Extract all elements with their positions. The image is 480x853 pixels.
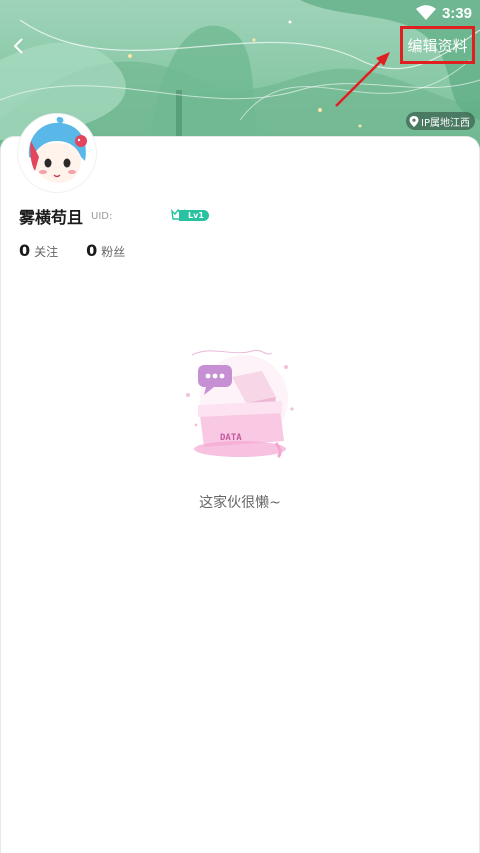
empty-state-message: 这家伙很懒~ (199, 495, 281, 511)
avatar[interactable] (18, 114, 96, 192)
chevron-left-icon (13, 38, 23, 54)
status-bar: 3:39 (0, 0, 480, 26)
box-label-text: DATA (220, 433, 242, 443)
location-pin-icon (409, 115, 419, 127)
fans-stat[interactable]: 0 粉丝 (86, 241, 125, 260)
back-button[interactable] (6, 32, 30, 60)
annotation-arrow-icon (335, 52, 390, 107)
following-stat[interactable]: 0 关注 (19, 241, 58, 260)
status-time: 3:39 (441, 4, 472, 22)
ip-location-text: IP属地江西 (421, 117, 470, 129)
user-name: 雾横苟且 (19, 208, 84, 227)
fans-label: 粉丝 (101, 244, 126, 259)
stats-row: 0 关注 0 粉丝 (19, 240, 153, 260)
following-count: 0 (19, 240, 31, 260)
uid-label: UID: (91, 210, 113, 222)
empty-box-icon: DATA (186, 349, 294, 459)
wifi-icon (415, 5, 436, 21)
level-text: Lv1 (179, 209, 209, 221)
level-badge: Lv1 (171, 209, 209, 221)
fans-count: 0 (86, 240, 98, 260)
following-label: 关注 (34, 244, 59, 259)
edit-profile-button[interactable]: 编辑资料 (400, 26, 475, 64)
profile-name-row: 雾横苟且 UID: (19, 205, 112, 227)
anime-avatar-image (21, 117, 93, 189)
ip-location-badge: IP属地江西 (406, 112, 475, 130)
